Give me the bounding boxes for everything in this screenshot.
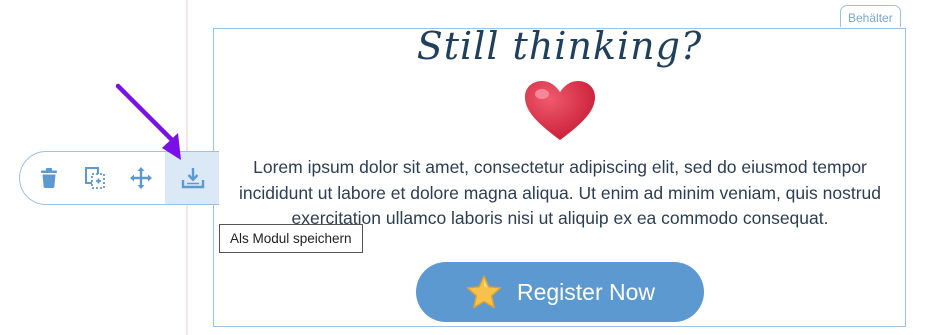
tooltip: Als Modul speichern bbox=[219, 224, 363, 253]
register-now-button[interactable]: Register Now bbox=[416, 262, 704, 322]
trash-icon bbox=[41, 168, 57, 188]
delete-button[interactable] bbox=[26, 152, 72, 204]
star-icon bbox=[466, 275, 502, 309]
duplicate-icon bbox=[85, 167, 105, 189]
pointer-arrow-annotation bbox=[115, 83, 181, 160]
body-text: Lorem ipsum dolor sit amet, consectetur … bbox=[238, 157, 881, 228]
heart-icon bbox=[525, 81, 595, 140]
headline: Still thinking? bbox=[416, 24, 703, 68]
download-icon bbox=[181, 168, 204, 189]
register-now-label: Register Now bbox=[516, 278, 656, 305]
move-icon bbox=[130, 167, 152, 189]
